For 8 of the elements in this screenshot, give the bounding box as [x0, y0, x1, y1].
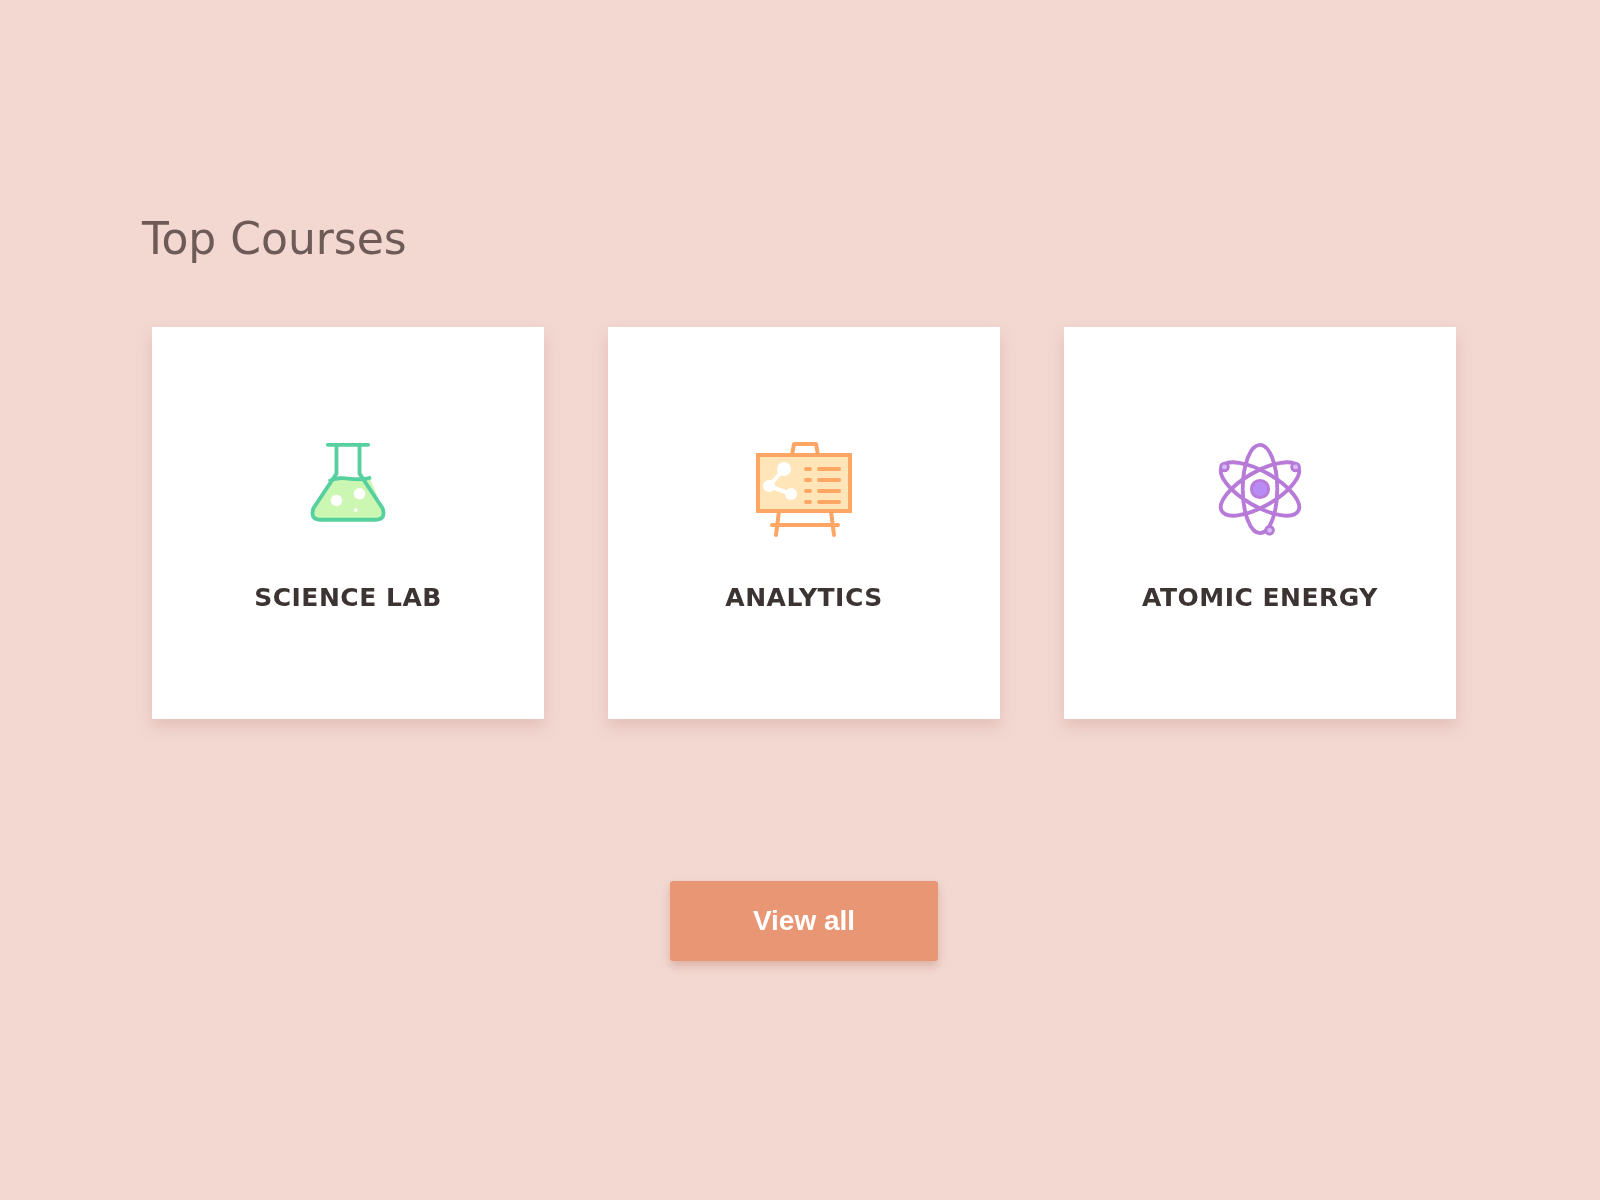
easel-icon [754, 439, 854, 540]
course-title: ATOMIC ENERGY [1142, 583, 1378, 613]
course-card[interactable]: ATOMIC ENERGY [1064, 327, 1456, 720]
course-title: ANALYTICS [725, 583, 883, 613]
course-card[interactable]: ANALYTICS [608, 327, 1000, 720]
section-heading: Top Courses [142, 212, 408, 266]
course-title: SCIENCE LAB [254, 583, 442, 613]
course-card[interactable]: SCIENCE LAB [152, 327, 544, 720]
